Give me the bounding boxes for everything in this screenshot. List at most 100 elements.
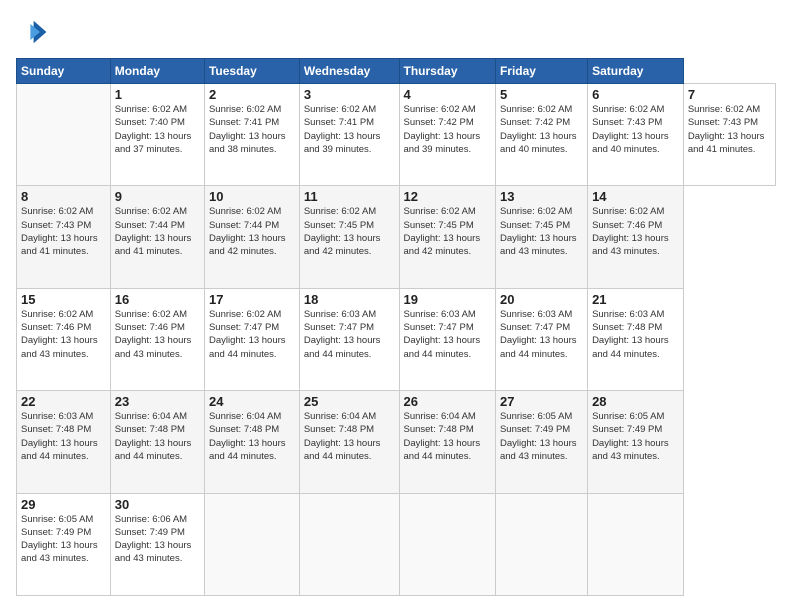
day-info: Sunrise: 6:02 AM Sunset: 7:41 PM Dayligh…	[304, 103, 395, 156]
weekday-header-row: SundayMondayTuesdayWednesdayThursdayFrid…	[17, 59, 776, 84]
calendar-cell: 6Sunrise: 6:02 AM Sunset: 7:43 PM Daylig…	[588, 84, 684, 186]
calendar-cell: 9Sunrise: 6:02 AM Sunset: 7:44 PM Daylig…	[110, 186, 204, 288]
day-number: 27	[500, 394, 583, 409]
day-info: Sunrise: 6:02 AM Sunset: 7:42 PM Dayligh…	[404, 103, 491, 156]
calendar-cell: 5Sunrise: 6:02 AM Sunset: 7:42 PM Daylig…	[495, 84, 587, 186]
weekday-header-tuesday: Tuesday	[204, 59, 299, 84]
calendar-cell: 17Sunrise: 6:02 AM Sunset: 7:47 PM Dayli…	[204, 288, 299, 390]
day-info: Sunrise: 6:03 AM Sunset: 7:48 PM Dayligh…	[592, 308, 679, 361]
day-info: Sunrise: 6:02 AM Sunset: 7:45 PM Dayligh…	[500, 205, 583, 258]
day-number: 4	[404, 87, 491, 102]
day-info: Sunrise: 6:02 AM Sunset: 7:42 PM Dayligh…	[500, 103, 583, 156]
day-info: Sunrise: 6:03 AM Sunset: 7:47 PM Dayligh…	[304, 308, 395, 361]
day-info: Sunrise: 6:03 AM Sunset: 7:47 PM Dayligh…	[500, 308, 583, 361]
calendar-cell: 8Sunrise: 6:02 AM Sunset: 7:43 PM Daylig…	[17, 186, 111, 288]
calendar-cell: 2Sunrise: 6:02 AM Sunset: 7:41 PM Daylig…	[204, 84, 299, 186]
weekday-header-thursday: Thursday	[399, 59, 495, 84]
day-number: 7	[688, 87, 771, 102]
calendar-cell: 23Sunrise: 6:04 AM Sunset: 7:48 PM Dayli…	[110, 391, 204, 493]
calendar-cell	[299, 493, 399, 595]
day-info: Sunrise: 6:04 AM Sunset: 7:48 PM Dayligh…	[404, 410, 491, 463]
calendar-cell	[204, 493, 299, 595]
calendar-cell: 4Sunrise: 6:02 AM Sunset: 7:42 PM Daylig…	[399, 84, 495, 186]
day-info: Sunrise: 6:03 AM Sunset: 7:48 PM Dayligh…	[21, 410, 106, 463]
day-number: 9	[115, 189, 200, 204]
calendar-page: SundayMondayTuesdayWednesdayThursdayFrid…	[0, 0, 792, 612]
calendar-cell: 3Sunrise: 6:02 AM Sunset: 7:41 PM Daylig…	[299, 84, 399, 186]
day-number: 2	[209, 87, 295, 102]
day-info: Sunrise: 6:04 AM Sunset: 7:48 PM Dayligh…	[304, 410, 395, 463]
day-number: 25	[304, 394, 395, 409]
calendar-week-row: 15Sunrise: 6:02 AM Sunset: 7:46 PM Dayli…	[17, 288, 776, 390]
calendar-cell: 29Sunrise: 6:05 AM Sunset: 7:49 PM Dayli…	[17, 493, 111, 595]
calendar-cell	[588, 493, 684, 595]
day-number: 17	[209, 292, 295, 307]
day-info: Sunrise: 6:05 AM Sunset: 7:49 PM Dayligh…	[500, 410, 583, 463]
calendar-week-row: 8Sunrise: 6:02 AM Sunset: 7:43 PM Daylig…	[17, 186, 776, 288]
day-info: Sunrise: 6:03 AM Sunset: 7:47 PM Dayligh…	[404, 308, 491, 361]
day-number: 28	[592, 394, 679, 409]
calendar-cell: 21Sunrise: 6:03 AM Sunset: 7:48 PM Dayli…	[588, 288, 684, 390]
day-info: Sunrise: 6:04 AM Sunset: 7:48 PM Dayligh…	[115, 410, 200, 463]
day-number: 13	[500, 189, 583, 204]
calendar-week-row: 29Sunrise: 6:05 AM Sunset: 7:49 PM Dayli…	[17, 493, 776, 595]
day-number: 24	[209, 394, 295, 409]
day-number: 6	[592, 87, 679, 102]
calendar-cell	[399, 493, 495, 595]
day-info: Sunrise: 6:02 AM Sunset: 7:43 PM Dayligh…	[592, 103, 679, 156]
day-number: 3	[304, 87, 395, 102]
calendar-cell: 30Sunrise: 6:06 AM Sunset: 7:49 PM Dayli…	[110, 493, 204, 595]
day-number: 30	[115, 497, 200, 512]
day-info: Sunrise: 6:05 AM Sunset: 7:49 PM Dayligh…	[21, 513, 106, 566]
calendar-cell: 20Sunrise: 6:03 AM Sunset: 7:47 PM Dayli…	[495, 288, 587, 390]
page-header	[16, 16, 776, 48]
calendar-cell: 18Sunrise: 6:03 AM Sunset: 7:47 PM Dayli…	[299, 288, 399, 390]
calendar-cell: 16Sunrise: 6:02 AM Sunset: 7:46 PM Dayli…	[110, 288, 204, 390]
calendar-cell	[17, 84, 111, 186]
day-info: Sunrise: 6:06 AM Sunset: 7:49 PM Dayligh…	[115, 513, 200, 566]
day-number: 19	[404, 292, 491, 307]
day-info: Sunrise: 6:02 AM Sunset: 7:47 PM Dayligh…	[209, 308, 295, 361]
day-info: Sunrise: 6:02 AM Sunset: 7:43 PM Dayligh…	[688, 103, 771, 156]
weekday-header-sunday: Sunday	[17, 59, 111, 84]
day-number: 14	[592, 189, 679, 204]
calendar-week-row: 1Sunrise: 6:02 AM Sunset: 7:40 PM Daylig…	[17, 84, 776, 186]
calendar-table: SundayMondayTuesdayWednesdayThursdayFrid…	[16, 58, 776, 596]
calendar-cell: 12Sunrise: 6:02 AM Sunset: 7:45 PM Dayli…	[399, 186, 495, 288]
day-number: 12	[404, 189, 491, 204]
weekday-header-wednesday: Wednesday	[299, 59, 399, 84]
day-info: Sunrise: 6:02 AM Sunset: 7:40 PM Dayligh…	[115, 103, 200, 156]
calendar-week-row: 22Sunrise: 6:03 AM Sunset: 7:48 PM Dayli…	[17, 391, 776, 493]
day-info: Sunrise: 6:04 AM Sunset: 7:48 PM Dayligh…	[209, 410, 295, 463]
day-info: Sunrise: 6:02 AM Sunset: 7:45 PM Dayligh…	[304, 205, 395, 258]
calendar-cell: 27Sunrise: 6:05 AM Sunset: 7:49 PM Dayli…	[495, 391, 587, 493]
calendar-cell: 11Sunrise: 6:02 AM Sunset: 7:45 PM Dayli…	[299, 186, 399, 288]
calendar-cell: 10Sunrise: 6:02 AM Sunset: 7:44 PM Dayli…	[204, 186, 299, 288]
day-info: Sunrise: 6:02 AM Sunset: 7:44 PM Dayligh…	[115, 205, 200, 258]
calendar-cell: 28Sunrise: 6:05 AM Sunset: 7:49 PM Dayli…	[588, 391, 684, 493]
day-number: 26	[404, 394, 491, 409]
day-number: 20	[500, 292, 583, 307]
day-info: Sunrise: 6:02 AM Sunset: 7:46 PM Dayligh…	[592, 205, 679, 258]
calendar-cell: 24Sunrise: 6:04 AM Sunset: 7:48 PM Dayli…	[204, 391, 299, 493]
day-number: 22	[21, 394, 106, 409]
day-number: 8	[21, 189, 106, 204]
calendar-cell: 25Sunrise: 6:04 AM Sunset: 7:48 PM Dayli…	[299, 391, 399, 493]
day-number: 5	[500, 87, 583, 102]
calendar-cell: 15Sunrise: 6:02 AM Sunset: 7:46 PM Dayli…	[17, 288, 111, 390]
weekday-header-saturday: Saturday	[588, 59, 684, 84]
weekday-header-monday: Monday	[110, 59, 204, 84]
day-number: 21	[592, 292, 679, 307]
day-number: 11	[304, 189, 395, 204]
day-number: 1	[115, 87, 200, 102]
day-info: Sunrise: 6:02 AM Sunset: 7:46 PM Dayligh…	[115, 308, 200, 361]
day-info: Sunrise: 6:02 AM Sunset: 7:45 PM Dayligh…	[404, 205, 491, 258]
day-number: 18	[304, 292, 395, 307]
day-number: 23	[115, 394, 200, 409]
calendar-cell: 7Sunrise: 6:02 AM Sunset: 7:43 PM Daylig…	[683, 84, 775, 186]
logo-icon	[16, 16, 48, 48]
calendar-cell: 22Sunrise: 6:03 AM Sunset: 7:48 PM Dayli…	[17, 391, 111, 493]
day-number: 10	[209, 189, 295, 204]
day-info: Sunrise: 6:02 AM Sunset: 7:44 PM Dayligh…	[209, 205, 295, 258]
calendar-cell: 26Sunrise: 6:04 AM Sunset: 7:48 PM Dayli…	[399, 391, 495, 493]
